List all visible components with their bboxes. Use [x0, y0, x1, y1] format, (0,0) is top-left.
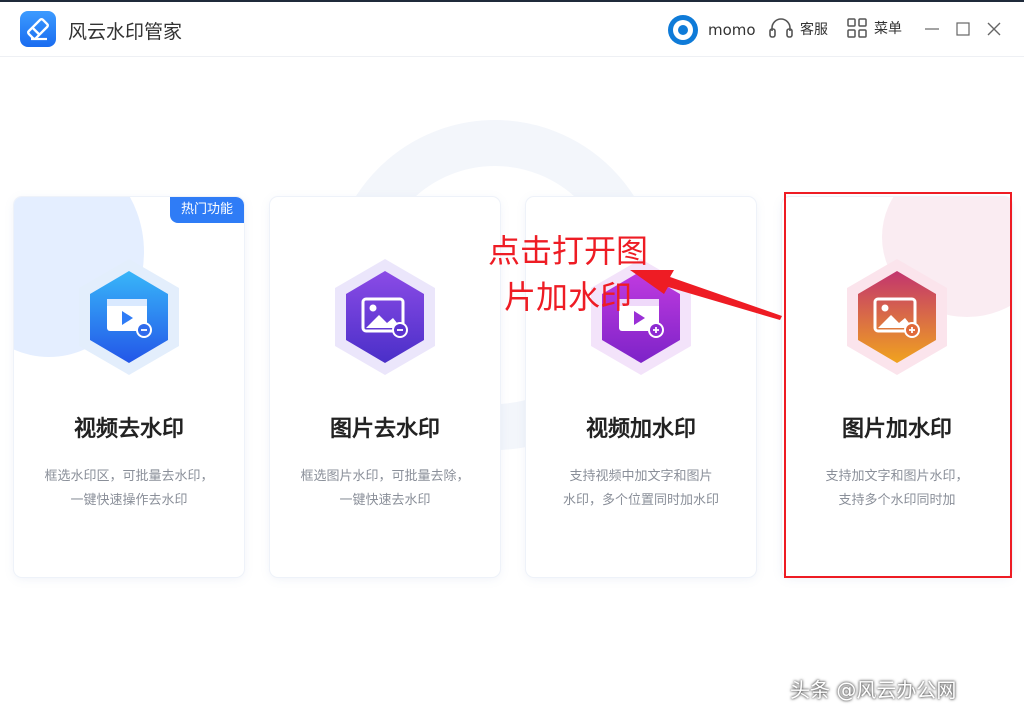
- card-description: 框选水印区，可批量去水印， 一键快速操作去水印: [34, 465, 224, 513]
- close-button[interactable]: [981, 16, 1007, 42]
- app-logo: [20, 11, 56, 47]
- card-title: 视频去水印: [73, 417, 184, 442]
- card-description-line: 框选图片水印，可批量去除，: [300, 469, 470, 484]
- grid-menu-icon: [847, 18, 867, 38]
- card-description-line: 支持多个水印同时加: [838, 493, 956, 508]
- card-title: 图片去水印: [329, 417, 440, 442]
- image-add-icon: [847, 259, 947, 375]
- card-description-line: 支持视频中加文字和图片: [569, 469, 713, 484]
- customer-service-button[interactable]: 客服: [768, 17, 828, 41]
- card-description-line: 一键快速操作去水印: [70, 493, 188, 508]
- watermark-text: 头条 @风云办公网: [790, 678, 957, 702]
- card-description-line: 一键快速去水印: [339, 493, 431, 508]
- app-title: 风云水印管家: [68, 21, 183, 43]
- maximize-button[interactable]: [950, 16, 976, 42]
- menu-label: 菜单: [874, 21, 902, 37]
- minimize-icon: [925, 28, 939, 30]
- account-area[interactable]: momo: [668, 15, 756, 45]
- card-image-add-watermark[interactable]: 图片加水印 支持加文字和图片水印， 支持多个水印同时加: [782, 197, 1012, 577]
- username[interactable]: momo: [708, 21, 756, 39]
- maximize-icon: [956, 22, 970, 36]
- eraser-icon: [27, 18, 49, 41]
- card-title: 图片加水印: [841, 417, 952, 442]
- card-video-remove-watermark[interactable]: 热门功能 视频去水印 框选水印区，可批量去水印， 一键快速操作去水印: [14, 197, 244, 577]
- card-description-line: 水印，多个位置同时加水印: [562, 493, 719, 508]
- image-remove-icon: [335, 259, 435, 375]
- card-description: 支持视频中加文字和图片 水印，多个位置同时加水印: [546, 465, 736, 513]
- title-bar: 风云水印管家 momo 客服 菜单: [0, 2, 1024, 57]
- headset-icon: [769, 18, 793, 38]
- card-description: 框选图片水印，可批量去除， 一键快速去水印: [290, 465, 480, 513]
- card-description-line: 支持加文字和图片水印，: [825, 469, 969, 484]
- video-remove-icon: [79, 259, 179, 375]
- annotation-arrow-icon: [630, 270, 782, 320]
- close-icon: [987, 22, 1001, 36]
- menu-button[interactable]: 菜单: [846, 17, 902, 39]
- card-description-line: 框选水印区，可批量去水印，: [44, 469, 214, 484]
- card-title: 视频加水印: [585, 417, 696, 442]
- avatar[interactable]: [668, 15, 698, 45]
- customer-service-label: 客服: [800, 22, 828, 38]
- hot-feature-badge: 热门功能: [170, 197, 244, 223]
- card-description: 支持加文字和图片水印， 支持多个水印同时加: [802, 465, 992, 513]
- minimize-button[interactable]: [919, 16, 945, 42]
